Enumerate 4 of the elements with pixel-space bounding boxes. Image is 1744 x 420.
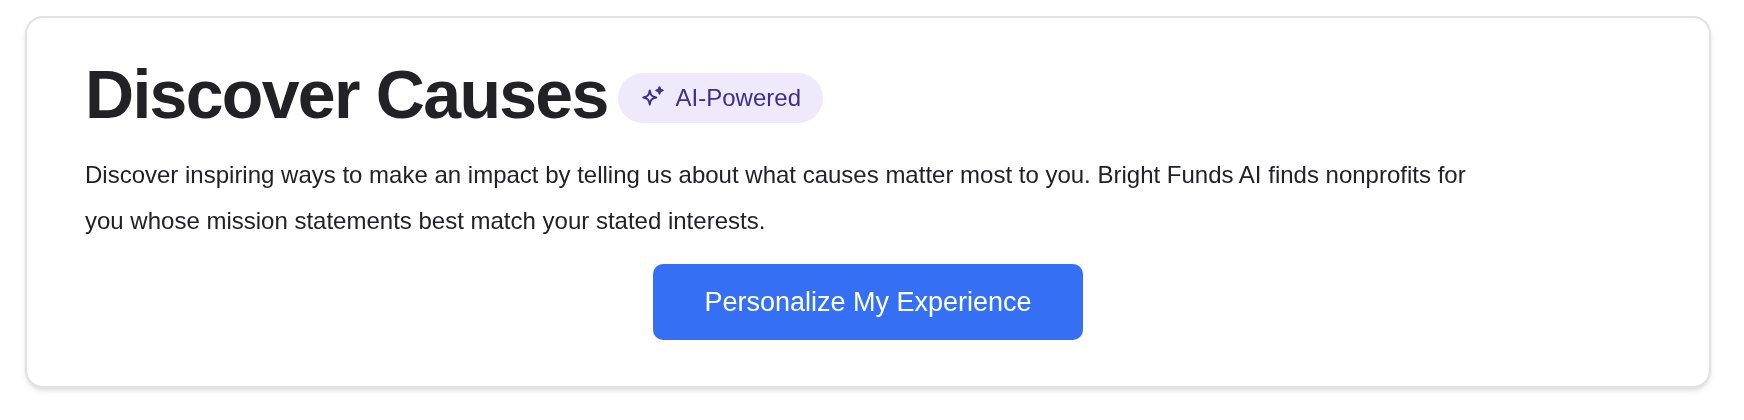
page-title: Discover Causes xyxy=(85,60,608,128)
personalize-button[interactable]: Personalize My Experience xyxy=(653,264,1083,340)
description-text: Discover inspiring ways to make an impact by telling us about what causes matter most to you. Bright Funds AI finds nonprofits for you whose mission statements best match your stated interests. xyxy=(85,160,1467,236)
badge-label: AI-Powered xyxy=(675,83,801,113)
